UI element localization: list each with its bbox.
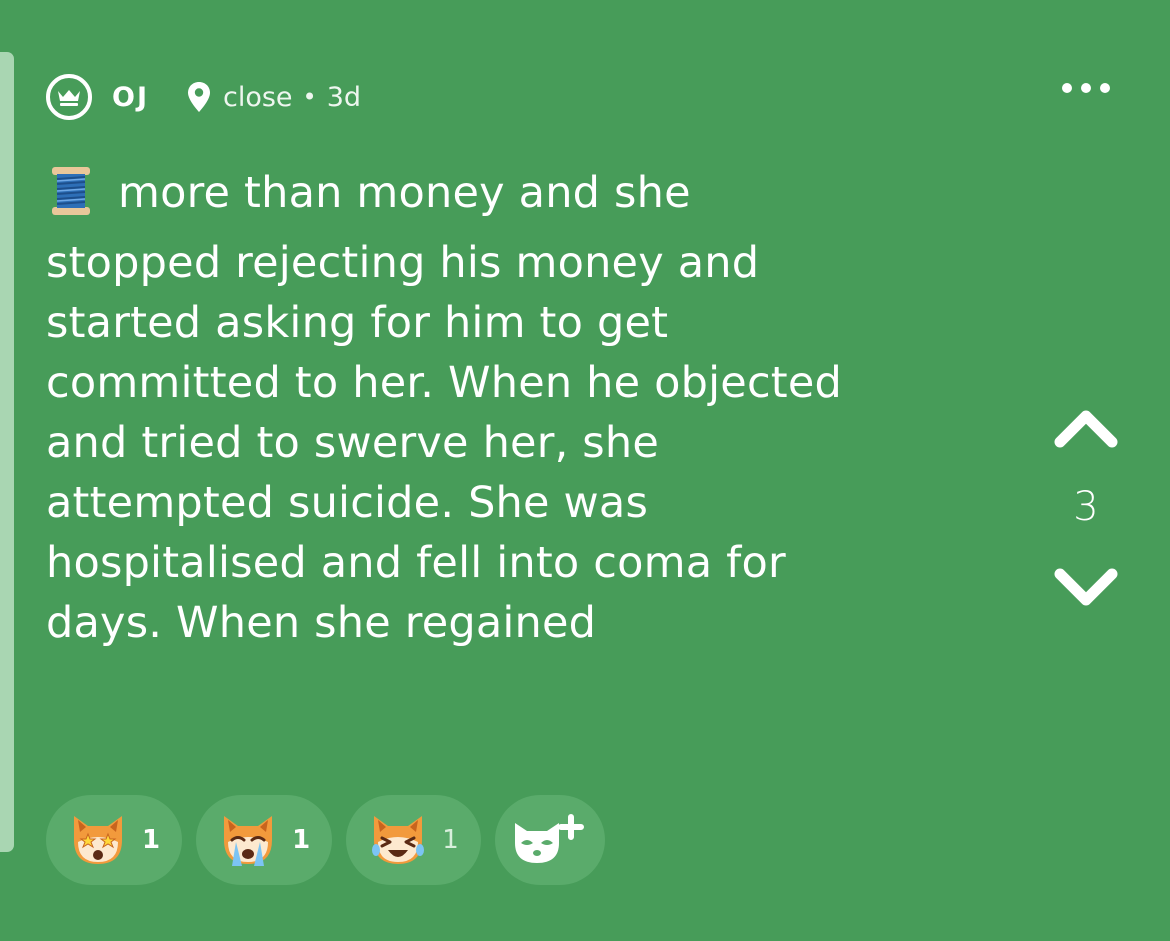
reaction-count: 1 [292,825,311,855]
reaction-count: 1 [142,825,161,855]
chevron-down-icon [1054,568,1118,606]
author-name[interactable]: OJ [112,82,149,113]
reaction-star-eyes[interactable]: 1 [46,795,183,885]
vote-widget: 3 [1046,400,1126,620]
post-body-text: more than money and she [118,168,691,218]
vote-count: 3 [1073,484,1099,530]
more-options-button[interactable] [1062,78,1110,98]
chevron-up-icon [1054,410,1118,448]
reactions-bar: 1 1 1 [46,795,605,885]
post-header: OJ close • 3d [46,70,361,124]
post-body-line: more than money and she [46,163,976,233]
post-body-line: stopped rejecting his money and [46,238,760,288]
star-eyes-fox-icon [74,816,122,864]
reaction-count: 1 [442,825,459,855]
post-body-line: started asking for him to get [46,298,669,348]
crying-fox-icon [224,816,273,866]
post-body: more than money and she stopped rejectin… [46,163,976,653]
reaction-crying[interactable]: 1 [196,795,333,885]
more-dot-icon [1081,83,1091,93]
laughing-fox-icon [372,816,425,864]
post-body-line: attempted suicide. She was [46,478,649,528]
add-reaction-button[interactable] [494,795,605,885]
post-location: close [223,81,293,113]
crown-icon[interactable] [46,74,92,120]
post-body-line: hospitalised and fell into coma for [46,538,786,588]
post-body-line: committed to her. When he objected [46,358,843,408]
reaction-laughing[interactable]: 1 [346,795,481,885]
more-dot-icon [1062,83,1072,93]
post-age: 3d [326,81,362,113]
meta-separator: • [302,83,317,111]
location-pin-icon [187,81,211,113]
more-dot-icon [1100,83,1110,93]
downvote-button[interactable] [1050,562,1122,610]
add-reaction-icon [514,814,584,863]
post-body-line: days. When she regained [46,598,597,648]
thread-indicator-bar [0,52,14,852]
thread-spool-icon [46,165,96,233]
post-body-line: and tried to swerve her, she [46,418,660,468]
upvote-button[interactable] [1050,404,1122,452]
